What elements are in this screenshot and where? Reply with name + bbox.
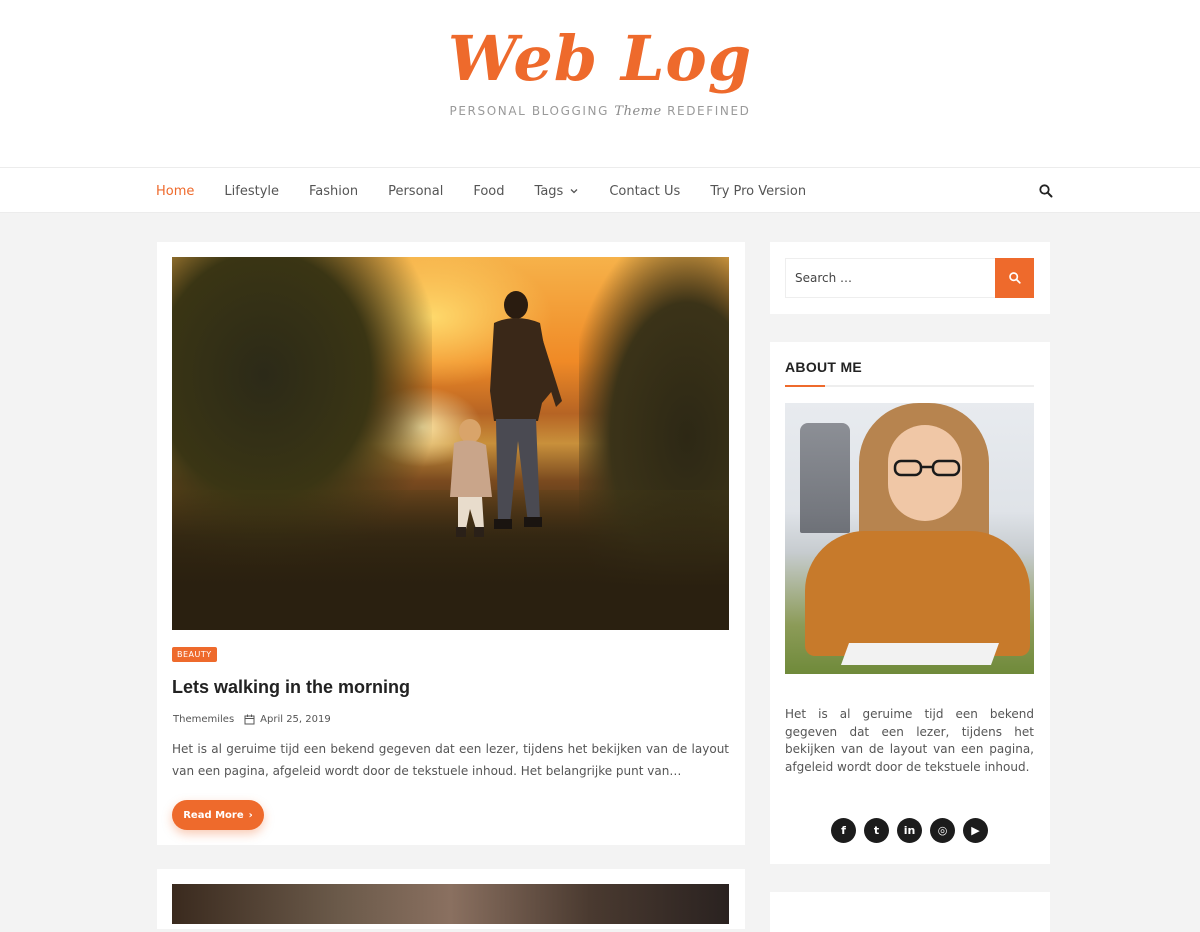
photo-background-statue — [800, 423, 850, 533]
nav-item-label: Tags — [534, 183, 564, 199]
read-more-button[interactable]: Read More › — [172, 800, 264, 830]
post-card: BEAUTY Lets walking in the morning Theme… — [157, 242, 745, 845]
tagline-script: Theme — [614, 104, 662, 119]
about-text: Het is al geruime tijd een bekend gegeve… — [785, 707, 1034, 774]
calendar-icon — [244, 714, 255, 725]
nav-item-contact-us[interactable]: Contact Us — [609, 184, 680, 199]
read-more-label: Read More — [183, 809, 244, 821]
image-child-silhouette — [450, 419, 492, 537]
social-links: f t in ◎ ▶ — [831, 818, 996, 843]
about-photo — [785, 403, 1034, 674]
photo-glasses — [893, 459, 961, 477]
nav-item-tags[interactable]: Tags — [535, 184, 580, 199]
next-post-image[interactable] — [172, 884, 729, 924]
post-date[interactable]: April 25, 2019 — [260, 714, 331, 725]
nav-item-label: Food — [473, 183, 505, 199]
chevron-right-icon: › — [248, 809, 253, 821]
site-logo[interactable]: Web Log — [0, 22, 1200, 95]
about-widget: ABOUT ME Het is al geruime tijd een beke… — [770, 342, 1050, 864]
nav-item-label: Lifestyle — [224, 183, 279, 199]
category-badge[interactable]: BEAUTY — [172, 647, 217, 662]
nav-item-label: Home — [156, 183, 195, 199]
nav-item-label: Contact Us — [609, 183, 681, 199]
nav-item-label: Personal — [388, 183, 444, 199]
nav-item-try-pro-version[interactable]: Try Pro Version — [710, 184, 806, 199]
search-widget: Search … — [770, 242, 1050, 314]
chevron-down-icon — [570, 189, 578, 194]
title-underline-accent — [785, 385, 825, 387]
nav-item-personal[interactable]: Personal — [388, 184, 443, 199]
site-header: Web Log PERSONAL BLOGGING Theme REDEFINE… — [0, 0, 1200, 167]
nav-item-label: Fashion — [309, 183, 359, 199]
title-underline — [785, 385, 1034, 387]
nav-item-fashion[interactable]: Fashion — [309, 184, 358, 199]
youtube-icon[interactable]: ▶ — [963, 818, 988, 843]
main-navigation: Home Lifestyle Fashion Personal Food Tag… — [0, 167, 1200, 213]
post-author[interactable]: Thememiles — [173, 714, 234, 725]
tagline-text-2: REDEFINED — [661, 104, 751, 118]
linkedin-icon[interactable]: in — [897, 818, 922, 843]
photo-book — [840, 643, 1000, 665]
search-input[interactable]: Search … — [785, 258, 996, 298]
tagline-text-1: PERSONAL BLOGGING — [449, 104, 615, 118]
nav-item-food[interactable]: Food — [473, 184, 504, 199]
nav-item-lifestyle[interactable]: Lifestyle — [224, 184, 279, 199]
post-excerpt: Het is al geruime tijd een bekend gegeve… — [172, 742, 729, 778]
sidebar-widget-next — [770, 892, 1050, 932]
photo-sweater — [805, 531, 1030, 656]
site-tagline: PERSONAL BLOGGING Theme REDEFINED — [0, 104, 1200, 119]
facebook-icon[interactable]: f — [831, 818, 856, 843]
search-submit-button[interactable] — [995, 258, 1034, 298]
nav-item-home[interactable]: Home — [156, 184, 194, 199]
widget-title: ABOUT ME — [785, 359, 863, 375]
nav-item-label: Try Pro Version — [710, 183, 807, 199]
post-title[interactable]: Lets walking in the morning — [172, 677, 410, 698]
post-featured-image[interactable] — [172, 257, 729, 630]
search-icon — [1008, 272, 1021, 284]
instagram-icon[interactable]: ◎ — [930, 818, 955, 843]
nav-menu: Home Lifestyle Fashion Personal Food Tag… — [156, 168, 836, 214]
next-post-card — [157, 869, 745, 929]
post-meta: Thememiles April 25, 2019 — [173, 714, 331, 725]
twitter-icon[interactable]: t — [864, 818, 889, 843]
search-icon[interactable] — [1038, 183, 1054, 199]
